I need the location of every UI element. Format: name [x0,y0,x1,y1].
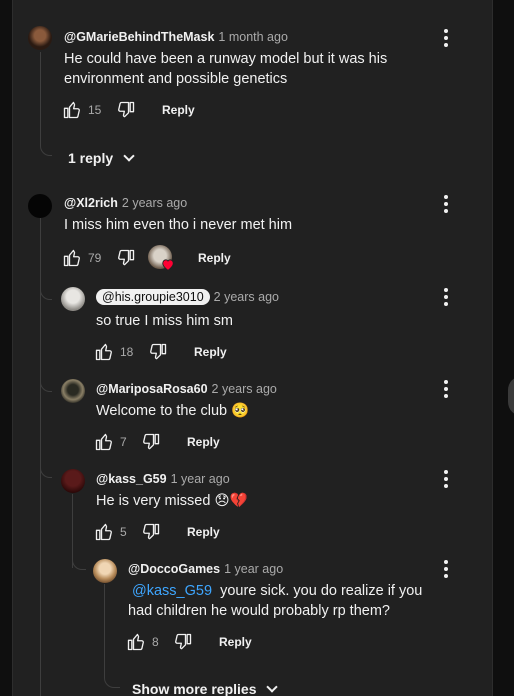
more-vert-icon[interactable] [444,560,448,581]
comment-author[interactable]: @Xl2rich 2 years ago [64,196,187,210]
thumbs-up-icon[interactable] [126,632,146,652]
author-name[interactable]: @his.groupie3010 [96,289,210,305]
comment-time[interactable]: 2 years ago [214,290,279,304]
thread-line [104,584,120,688]
show-more-replies-button[interactable]: Show more replies [132,681,279,696]
like-count: 5 [120,525,127,539]
author-name[interactable]: @Xl2rich [64,196,118,210]
comment-time[interactable]: 1 month ago [218,30,288,44]
thumbs-up-icon[interactable] [62,100,82,120]
reply-button[interactable]: Reply [187,435,220,449]
avatar[interactable] [93,559,117,583]
chevron-down-icon[interactable] [266,681,279,693]
thread-line [40,264,52,300]
reply-button[interactable]: Reply [187,525,220,539]
comment-time[interactable]: 2 years ago [212,382,277,396]
comment-text: Welcome to the club 🥺 [96,403,250,419]
like-count: 18 [120,345,134,359]
avatar[interactable] [61,287,85,311]
comment-author[interactable]: @his.groupie3010 2 years ago [96,289,279,305]
chevron-down-icon[interactable] [123,150,135,162]
thumbs-up-icon[interactable] [62,248,82,268]
comment-time[interactable]: 2 years ago [122,196,187,210]
mention-link[interactable]: @kass_G59 [132,583,212,599]
like-count: 79 [88,251,102,265]
avatar[interactable] [61,469,85,493]
comment-author[interactable]: @kass_G59 1 year ago [96,472,230,486]
comment-text: @kass_G59 youre sick. you do realize if … [128,581,448,621]
reply-button[interactable]: Reply [198,251,231,265]
more-vert-icon[interactable] [444,29,448,50]
author-name[interactable]: @kass_G59 [96,472,167,486]
thread-line [40,300,52,392]
thumbs-down-icon[interactable] [141,432,161,452]
thread-line [72,548,86,570]
avatar[interactable] [28,26,52,50]
reply-button[interactable]: Reply [194,345,227,359]
thumbs-up-icon[interactable] [94,342,114,362]
comment-text: He could have been a runway model but it… [64,51,388,87]
comment-time[interactable]: 1 year ago [224,562,283,576]
thumbs-down-icon[interactable] [141,522,161,542]
replies-toggle[interactable]: 1 reply [68,150,135,166]
thumbs-up-icon[interactable] [94,522,114,542]
thumbs-down-icon[interactable] [116,248,136,268]
author-name[interactable]: @MariposaRosa60 [96,382,208,396]
reply-button[interactable]: Reply [219,635,252,649]
comment-time[interactable]: 1 year ago [171,472,230,486]
more-vert-icon[interactable] [444,470,448,491]
like-count: 15 [88,103,102,117]
comment-author[interactable]: @MariposaRosa60 2 years ago [96,382,277,396]
comment-author[interactable]: @GMarieBehindTheMask 1 month ago [64,30,288,44]
like-count: 7 [120,435,127,449]
like-count: 8 [152,635,159,649]
more-vert-icon[interactable] [444,288,448,309]
comment-text: He is very missed 😞💔 [96,493,248,509]
more-vert-icon[interactable] [444,195,448,216]
thumbs-down-icon[interactable] [148,342,168,362]
replies-toggle-label[interactable]: 1 reply [68,150,113,166]
thread-line [40,392,52,478]
comment-author[interactable]: @DoccoGames 1 year ago [128,562,283,576]
page-background [493,0,514,696]
reply-button[interactable]: Reply [162,103,195,117]
thumbs-down-icon[interactable] [173,632,193,652]
comment-text: so true I miss him sm [96,313,233,329]
show-more-label[interactable]: Show more replies [132,681,256,696]
heart-icon [162,259,174,271]
thumbs-up-icon[interactable] [94,432,114,452]
comment-text: I miss him even tho i never met him [64,217,293,233]
thread-line [40,52,52,156]
author-name[interactable]: @GMarieBehindTheMask [64,30,214,44]
avatar[interactable] [61,379,85,403]
avatar[interactable] [28,194,52,218]
thumbs-down-icon[interactable] [116,100,136,120]
author-name[interactable]: @DoccoGames [128,562,220,576]
more-vert-icon[interactable] [444,380,448,401]
